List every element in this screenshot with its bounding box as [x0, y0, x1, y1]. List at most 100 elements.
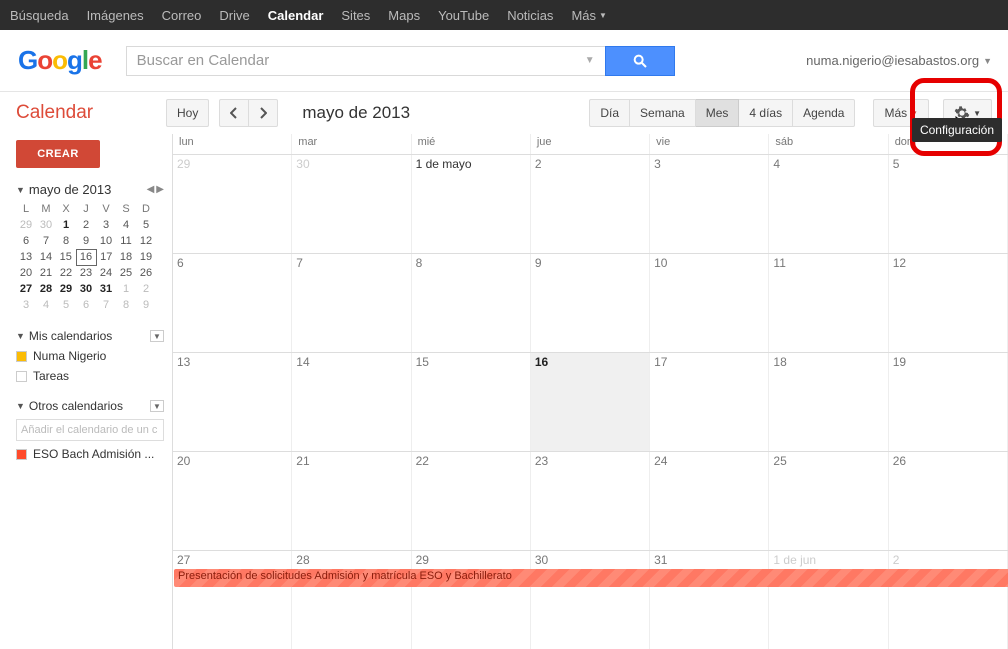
- topnav-item[interactable]: Correo: [162, 8, 202, 23]
- minical-day[interactable]: 23: [76, 265, 96, 281]
- minical-day[interactable]: 1: [56, 217, 76, 233]
- minical-day[interactable]: 12: [136, 233, 156, 249]
- minical-day[interactable]: 7: [36, 233, 56, 249]
- day-cell[interactable]: 15: [412, 353, 531, 451]
- day-cell[interactable]: 27: [173, 551, 292, 649]
- topnav-item[interactable]: Imágenes: [87, 8, 144, 23]
- day-cell[interactable]: 30: [292, 155, 411, 253]
- day-cell[interactable]: 24: [650, 452, 769, 550]
- minical-day[interactable]: 9: [76, 233, 96, 249]
- minical-day[interactable]: 26: [136, 265, 156, 281]
- minical-day[interactable]: 30: [36, 217, 56, 233]
- minical-day[interactable]: 16: [76, 249, 96, 265]
- minical-day[interactable]: 19: [136, 249, 156, 265]
- minical-day[interactable]: 6: [16, 233, 36, 249]
- view-día[interactable]: Día: [589, 99, 630, 127]
- minical-day[interactable]: 14: [36, 249, 56, 265]
- menu-icon[interactable]: ▼: [150, 330, 164, 342]
- minical-day[interactable]: 2: [76, 217, 96, 233]
- minical-next[interactable]: ▶: [156, 184, 164, 195]
- calendar-item[interactable]: ESO Bach Admisión ...: [16, 447, 164, 461]
- minical-day[interactable]: 9: [136, 297, 156, 313]
- day-cell[interactable]: 1 de mayo: [412, 155, 531, 253]
- day-cell[interactable]: 26: [889, 452, 1008, 550]
- minical-day[interactable]: 13: [16, 249, 36, 265]
- minical-day[interactable]: 1: [116, 281, 136, 297]
- minical-day[interactable]: 4: [116, 217, 136, 233]
- othercals-header[interactable]: ▼ Otros calendarios ▼: [16, 399, 164, 413]
- minical-day[interactable]: 28: [36, 281, 56, 297]
- day-cell[interactable]: 19: [889, 353, 1008, 451]
- day-cell[interactable]: 29: [412, 551, 531, 649]
- day-cell[interactable]: 2: [889, 551, 1008, 649]
- search-input[interactable]: Buscar en Calendar ▼: [126, 46, 606, 76]
- minical-day[interactable]: 25: [116, 265, 136, 281]
- day-cell[interactable]: 13: [173, 353, 292, 451]
- day-cell[interactable]: 25: [769, 452, 888, 550]
- day-cell[interactable]: 20: [173, 452, 292, 550]
- day-cell[interactable]: 30: [531, 551, 650, 649]
- minical-day[interactable]: 15: [56, 249, 76, 265]
- topnav-item[interactable]: Noticias: [507, 8, 553, 23]
- minical-day[interactable]: 3: [96, 217, 116, 233]
- minical-day[interactable]: 17: [96, 249, 116, 265]
- minical-day[interactable]: 6: [76, 297, 96, 313]
- view-semana[interactable]: Semana: [630, 99, 696, 127]
- minical-day[interactable]: 4: [36, 297, 56, 313]
- minical-day[interactable]: 10: [96, 233, 116, 249]
- minical-day[interactable]: 18: [116, 249, 136, 265]
- minical-day[interactable]: 29: [16, 217, 36, 233]
- add-calendar-input[interactable]: Añadir el calendario de un c: [16, 419, 164, 441]
- minical-day[interactable]: 30: [76, 281, 96, 297]
- user-menu[interactable]: numa.nigerio@iesabastos.org ▼: [806, 53, 992, 68]
- event-bar[interactable]: Presentación de solicitudes Admisión y m…: [174, 569, 1008, 587]
- day-cell[interactable]: 4: [769, 155, 888, 253]
- minical-day[interactable]: 20: [16, 265, 36, 281]
- calendar-item[interactable]: Numa Nigerio: [16, 349, 164, 363]
- day-cell[interactable]: 23: [531, 452, 650, 550]
- minical-day[interactable]: 21: [36, 265, 56, 281]
- day-cell[interactable]: 8: [412, 254, 531, 352]
- next-button[interactable]: [249, 99, 278, 127]
- day-cell[interactable]: 9: [531, 254, 650, 352]
- dropdown-icon[interactable]: ▼: [585, 55, 595, 66]
- minical-day[interactable]: 29: [56, 281, 76, 297]
- day-cell[interactable]: 2: [531, 155, 650, 253]
- view-4días[interactable]: 4 días: [739, 99, 793, 127]
- search-button[interactable]: [605, 46, 675, 76]
- minical-day[interactable]: 31: [96, 281, 116, 297]
- minical-day[interactable]: 7: [96, 297, 116, 313]
- prev-button[interactable]: [219, 99, 249, 127]
- day-cell[interactable]: 28: [292, 551, 411, 649]
- minical-day[interactable]: 5: [56, 297, 76, 313]
- day-cell[interactable]: 6: [173, 254, 292, 352]
- today-button[interactable]: Hoy: [166, 99, 209, 127]
- day-cell[interactable]: 5: [889, 155, 1008, 253]
- minical-day[interactable]: 22: [56, 265, 76, 281]
- create-button[interactable]: CREAR: [16, 140, 100, 168]
- day-cell[interactable]: 11: [769, 254, 888, 352]
- minical-day[interactable]: 5: [136, 217, 156, 233]
- day-cell[interactable]: 14: [292, 353, 411, 451]
- day-cell[interactable]: 31: [650, 551, 769, 649]
- minical-day[interactable]: 27: [16, 281, 36, 297]
- topnav-item[interactable]: Búsqueda: [10, 8, 69, 23]
- topnav-more[interactable]: Más ▼: [571, 8, 606, 23]
- calendar-item[interactable]: Tareas: [16, 369, 164, 383]
- day-cell[interactable]: 12: [889, 254, 1008, 352]
- minical-day[interactable]: 24: [96, 265, 116, 281]
- day-cell[interactable]: 29: [173, 155, 292, 253]
- topnav-item[interactable]: Maps: [388, 8, 420, 23]
- minical-day[interactable]: 11: [116, 233, 136, 249]
- day-cell[interactable]: 18: [769, 353, 888, 451]
- day-cell[interactable]: 17: [650, 353, 769, 451]
- expand-icon[interactable]: ▼: [16, 185, 25, 195]
- topnav-item[interactable]: Calendar: [268, 8, 324, 23]
- view-mes[interactable]: Mes: [696, 99, 740, 127]
- mycals-header[interactable]: ▼ Mis calendarios ▼: [16, 329, 164, 343]
- minical-day[interactable]: 8: [116, 297, 136, 313]
- day-cell[interactable]: 3: [650, 155, 769, 253]
- minical-day[interactable]: 8: [56, 233, 76, 249]
- day-cell[interactable]: 10: [650, 254, 769, 352]
- day-cell[interactable]: 7: [292, 254, 411, 352]
